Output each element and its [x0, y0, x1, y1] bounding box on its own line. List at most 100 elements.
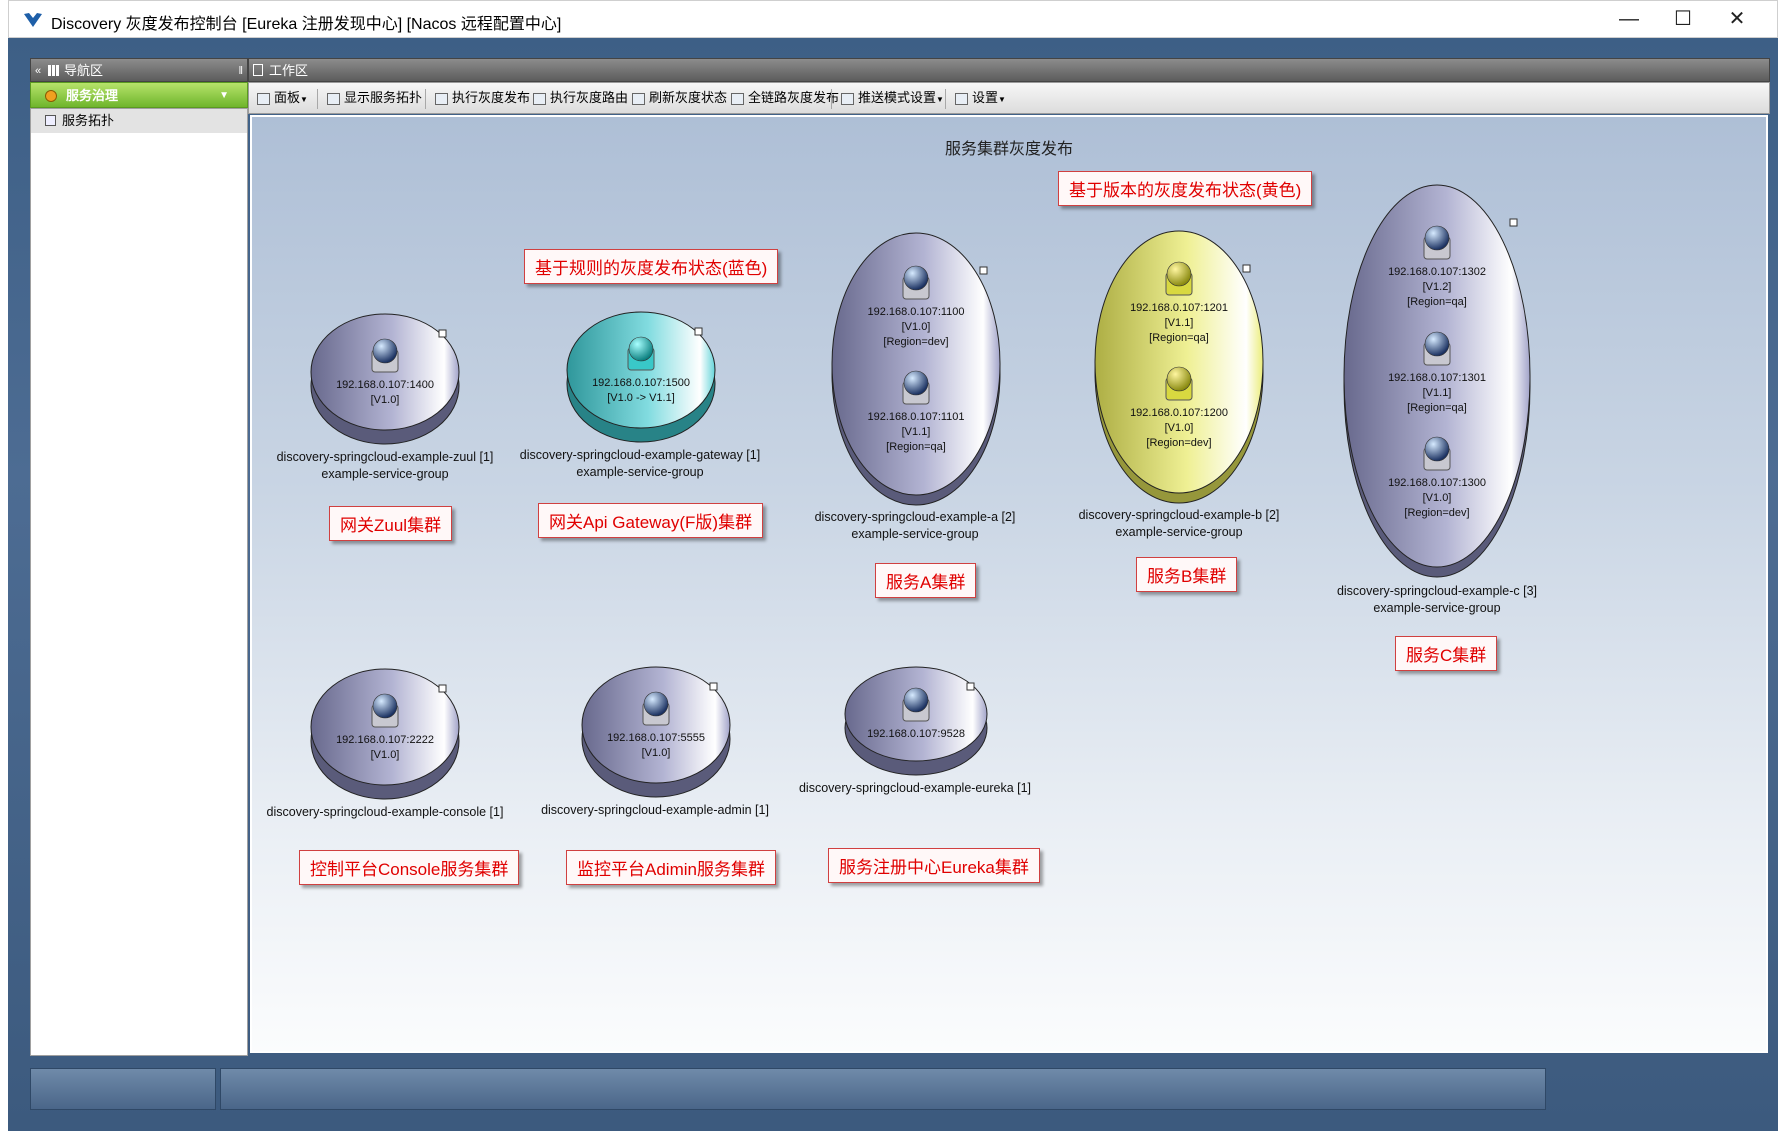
cluster-name: discovery-springcloud-example-zuul [1]	[276, 450, 494, 464]
instance-version: [V1.0]	[641, 747, 671, 759]
instance-address: 192.168.0.107:1101	[867, 411, 965, 423]
sidebar-item-service-topology[interactable]: 服务拓扑	[31, 109, 247, 133]
close-button[interactable]: ✕	[1711, 1, 1763, 37]
refresh-state-button[interactable]: 刷新灰度状态	[632, 83, 727, 113]
toolbar-label: 推送模式设置	[858, 90, 937, 105]
push-mode-menu-button[interactable]: 推送模式设置▼	[841, 83, 944, 113]
cluster-name: discovery-springcloud-example-console [1…	[266, 805, 504, 819]
instance-node[interactable]: 192.168.0.107:1201 [V1.1] [Region=qa]	[1109, 259, 1249, 346]
cluster-name: discovery-springcloud-example-gateway [1…	[519, 448, 761, 462]
canvas-title: 服务集群灰度发布	[944, 141, 1073, 158]
toolbar-label: 面板	[274, 90, 301, 105]
nav-group-label: 服务治理	[66, 88, 119, 103]
minimize-button[interactable]: —	[1603, 1, 1655, 37]
instance-address: 192.168.0.107:1302	[1388, 266, 1486, 278]
status-bar-left	[30, 1068, 216, 1110]
nav-group-service-governance[interactable]: 服务治理 ▼	[30, 82, 248, 108]
cluster-group: example-service-group	[1373, 601, 1501, 615]
topology-canvas[interactable]: 服务集群灰度发布 192.168.0.107:1400 [V1.0] disco…	[250, 115, 1768, 1053]
toolbar-separator	[831, 89, 832, 109]
cluster-group: example-service-group	[321, 467, 449, 481]
callout-admin: 监控平台Adimin服务集群	[566, 850, 776, 885]
close-icon: ✕	[1728, 8, 1746, 30]
show-topology-button[interactable]: 显示服务拓扑	[327, 83, 422, 113]
execute-route-button[interactable]: 执行灰度路由	[533, 83, 628, 113]
cluster-name: discovery-springcloud-example-b [2]	[1078, 508, 1280, 522]
instance-address: 192.168.0.107:9528	[867, 728, 965, 740]
dropdown-arrow-icon: ▼	[998, 95, 1006, 104]
callout-eureka: 服务注册中心Eureka集群	[828, 848, 1040, 883]
instance-region: [Region=qa]	[886, 441, 946, 453]
cluster-service-c[interactable]: 192.168.0.107:1302 [V1.2] [Region=qa] 19…	[1342, 183, 1532, 579]
settings-menu-button[interactable]: 设置▼	[955, 83, 1006, 113]
server-globe-icon	[902, 370, 930, 405]
instance-node[interactable]: 192.168.0.107:1400 [V1.0]	[315, 336, 455, 408]
work-panel-header: 工作区	[248, 58, 1770, 82]
toolbar-label: 显示服务拓扑	[344, 90, 423, 105]
topology-icon	[45, 115, 56, 126]
cluster-service-a[interactable]: 192.168.0.107:1100 [V1.0] [Region=dev] 1…	[830, 231, 1002, 507]
instance-version: [V1.2]	[1422, 281, 1452, 293]
instance-version: [V1.1]	[1164, 317, 1194, 329]
cluster-zuul[interactable]: 192.168.0.107:1400 [V1.0]	[309, 312, 461, 446]
instance-address: 192.168.0.107:1301	[1388, 372, 1486, 384]
route-icon	[533, 92, 546, 105]
cluster-console[interactable]: 192.168.0.107:2222 [V1.0]	[309, 667, 461, 801]
callout-zuul: 网关Zuul集群	[329, 506, 453, 541]
instance-node[interactable]: 192.168.0.107:1302 [V1.2] [Region=qa]	[1367, 223, 1507, 310]
instance-node[interactable]: 192.168.0.107:1500 [V1.0 -> V1.1]	[571, 334, 711, 406]
cluster-label-gateway: discovery-springcloud-example-gateway [1…	[507, 447, 773, 481]
server-globe-icon	[902, 265, 930, 300]
push-mode-icon	[841, 92, 854, 105]
panel-menu-button[interactable]: 面板▼	[257, 83, 308, 113]
cluster-label-service-a: discovery-springcloud-example-a [2] exam…	[782, 509, 1048, 543]
expand-handle-icon	[1509, 218, 1518, 227]
maximize-button[interactable]: ☐	[1657, 1, 1709, 37]
settings-icon	[955, 92, 968, 105]
full-link-release-button[interactable]: 全链路灰度发布	[731, 83, 839, 113]
server-globe-icon	[1165, 261, 1193, 296]
instance-region: [Region=dev]	[883, 336, 949, 348]
nav-panel-title: 导航区	[64, 63, 104, 78]
title-bar: Discovery 灰度发布控制台 [Eureka 注册发现中心] [Nacos…	[8, 0, 1778, 38]
instance-node[interactable]: 192.168.0.107:1100 [V1.0] [Region=dev]	[846, 263, 986, 350]
instance-node[interactable]: 192.168.0.107:9528	[846, 685, 986, 742]
cluster-service-b[interactable]: 192.168.0.107:1201 [V1.1] [Region=qa] 19…	[1093, 229, 1265, 505]
panel-icon	[257, 92, 270, 105]
cluster-eureka[interactable]: 192.168.0.107:9528	[843, 665, 989, 777]
instance-node[interactable]: 192.168.0.107:2222 [V1.0]	[315, 691, 455, 763]
cluster-admin[interactable]: 192.168.0.107:5555 [V1.0]	[580, 665, 732, 799]
callout-service-a: 服务A集群	[875, 563, 977, 598]
instance-address: 192.168.0.107:1200	[1130, 407, 1228, 419]
instance-address: 192.168.0.107:1400	[336, 379, 434, 391]
server-globe-icon	[1423, 436, 1451, 471]
instance-node[interactable]: 192.168.0.107:5555 [V1.0]	[586, 689, 726, 761]
collapse-icon[interactable]: «	[35, 59, 41, 83]
server-globe-icon	[1165, 366, 1193, 401]
cluster-label-zuul: discovery-springcloud-example-zuul [1] e…	[252, 449, 518, 483]
toolbar-label: 设置	[972, 90, 999, 105]
chevron-down-icon[interactable]: ▼	[219, 83, 229, 109]
toolbar-separator	[425, 89, 426, 109]
instance-region: [Region=dev]	[1146, 437, 1212, 449]
cluster-name: discovery-springcloud-example-admin [1]	[541, 803, 769, 817]
cluster-gateway[interactable]: 192.168.0.107:1500 [V1.0 -> V1.1]	[565, 310, 717, 444]
maximize-icon: ☐	[1674, 8, 1692, 30]
instance-node[interactable]: 192.168.0.107:1301 [V1.1] [Region=qa]	[1367, 329, 1507, 416]
panel-grip-icon[interactable]: ‖	[238, 59, 243, 83]
instance-version: [V1.1]	[1422, 387, 1452, 399]
instance-version: [V1.0]	[1164, 422, 1194, 434]
instance-node[interactable]: 192.168.0.107:1101 [V1.1] [Region=qa]	[846, 368, 986, 455]
instance-node[interactable]: 192.168.0.107:1200 [V1.0] [Region=dev]	[1109, 364, 1249, 451]
instance-node[interactable]: 192.168.0.107:1300 [V1.0] [Region=dev]	[1367, 434, 1507, 521]
execute-release-button[interactable]: 执行灰度发布	[435, 83, 530, 113]
nav-panel-header: « 导航区 ‖	[30, 58, 248, 82]
toolbar-label: 全链路灰度发布	[748, 90, 840, 105]
cluster-label-admin: discovery-springcloud-example-admin [1]	[522, 802, 788, 819]
status-bar-right	[220, 1068, 1546, 1110]
instance-version: [V1.0]	[370, 394, 400, 406]
status-bar	[30, 1068, 1770, 1110]
server-globe-icon	[371, 693, 399, 728]
server-globe-icon	[371, 338, 399, 373]
server-globe-icon	[902, 687, 930, 722]
